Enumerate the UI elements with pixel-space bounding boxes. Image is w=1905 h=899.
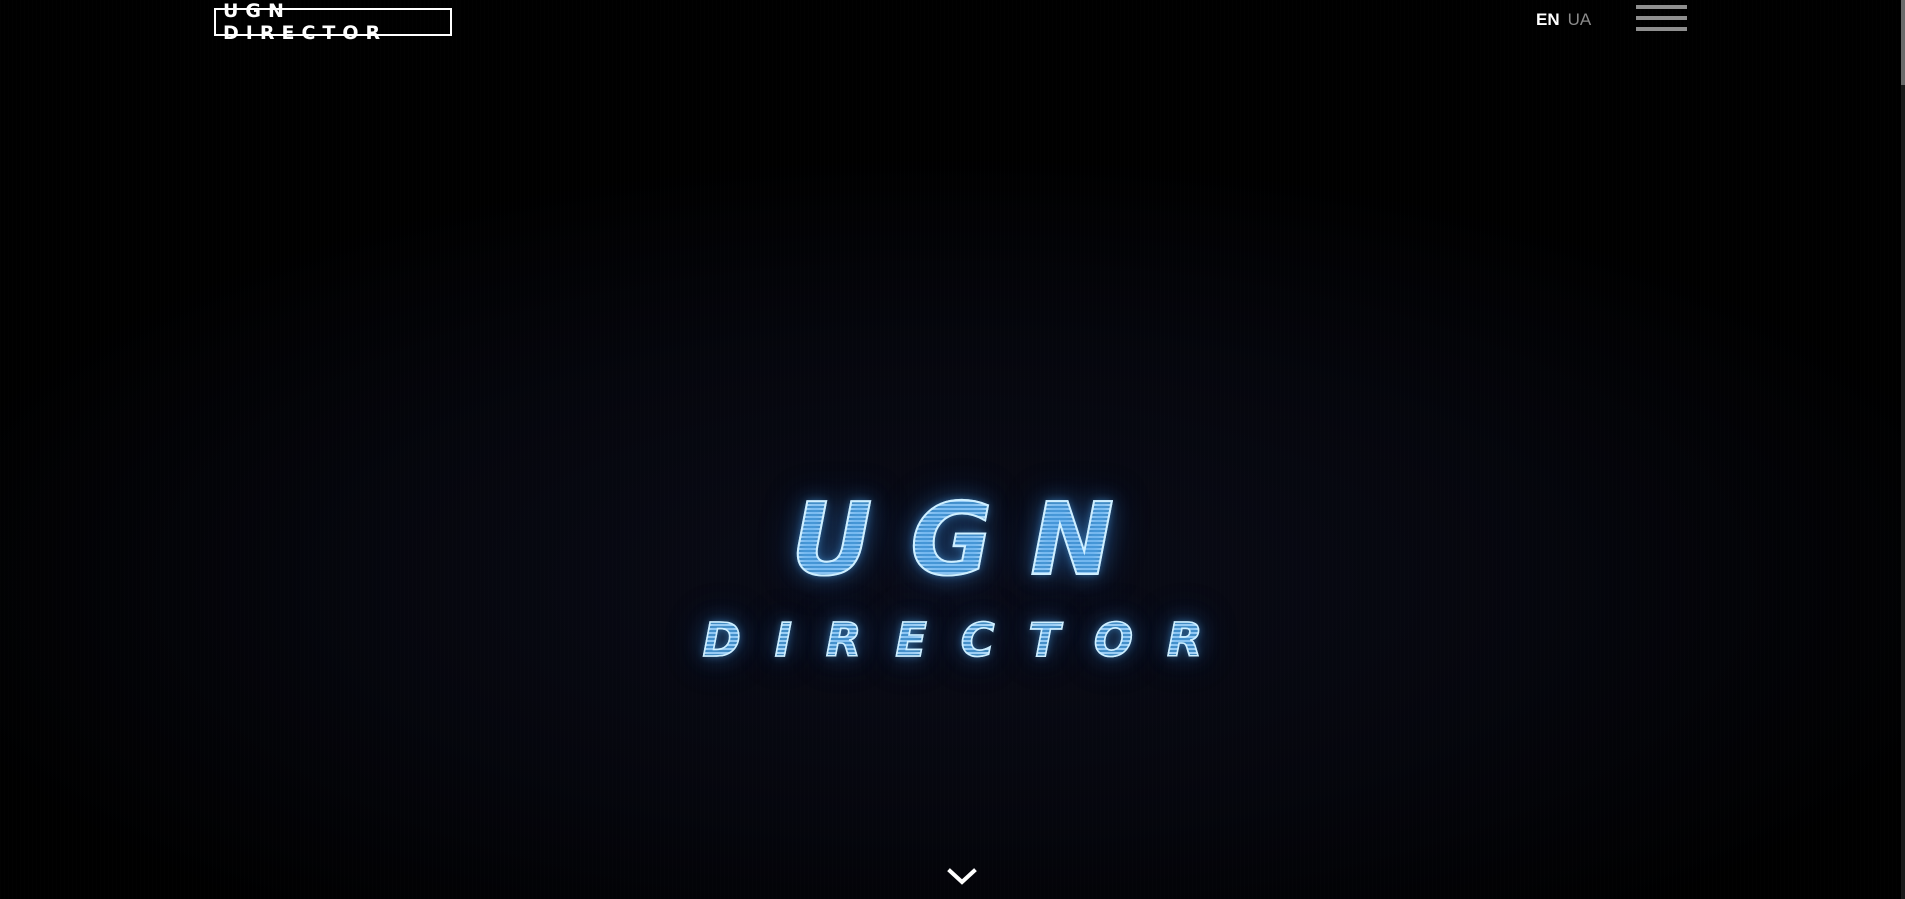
- site-logo-text: UGN DIRECTOR: [223, 0, 388, 44]
- language-ua[interactable]: UA: [1568, 9, 1592, 31]
- language-switcher: EN UA: [1536, 9, 1591, 31]
- chevron-down-icon[interactable]: [946, 866, 978, 888]
- scrollbar-thumb[interactable]: [1901, 0, 1905, 85]
- hero-subtitle: DIRECTOR: [0, 612, 1905, 668]
- site-logo[interactable]: UGN DIRECTOR: [214, 0, 452, 44]
- page: UGN DIRECTOR EN UA UGN DIRECTOR: [0, 0, 1905, 899]
- scrollbar[interactable]: [1901, 0, 1905, 899]
- hamburger-menu-icon[interactable]: [1636, 5, 1688, 37]
- hero-title: UGN: [0, 480, 1905, 600]
- language-en[interactable]: EN: [1536, 9, 1560, 31]
- hero-logo: UGN DIRECTOR: [0, 480, 1905, 668]
